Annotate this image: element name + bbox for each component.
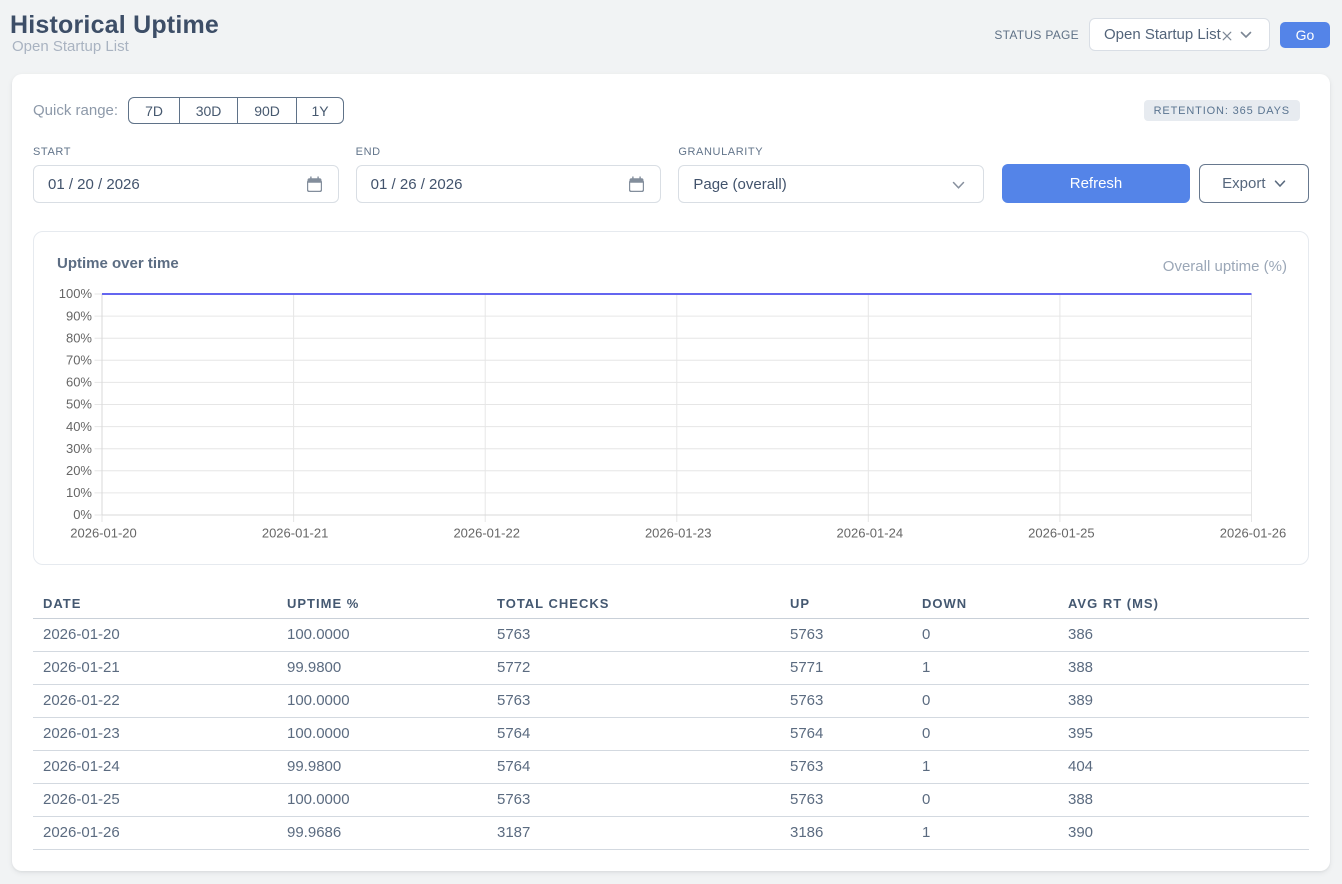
svg-text:100%: 100%	[59, 286, 93, 301]
svg-text:2026-01-26: 2026-01-26	[1220, 526, 1287, 541]
svg-text:2026-01-20: 2026-01-20	[70, 526, 137, 541]
svg-text:20%: 20%	[66, 463, 92, 478]
svg-text:2026-01-24: 2026-01-24	[837, 526, 904, 541]
svg-text:40%: 40%	[66, 419, 92, 434]
svg-text:80%: 80%	[66, 330, 92, 345]
svg-text:0%: 0%	[73, 507, 92, 522]
svg-text:10%: 10%	[66, 485, 92, 500]
svg-text:30%: 30%	[66, 441, 92, 456]
svg-text:2026-01-23: 2026-01-23	[645, 526, 712, 541]
svg-text:70%: 70%	[66, 353, 92, 368]
svg-text:2026-01-21: 2026-01-21	[262, 526, 329, 541]
svg-text:90%: 90%	[66, 308, 92, 323]
svg-text:2026-01-22: 2026-01-22	[453, 526, 520, 541]
svg-text:2026-01-25: 2026-01-25	[1028, 526, 1095, 541]
svg-text:50%: 50%	[66, 397, 92, 412]
svg-text:60%: 60%	[66, 375, 92, 390]
